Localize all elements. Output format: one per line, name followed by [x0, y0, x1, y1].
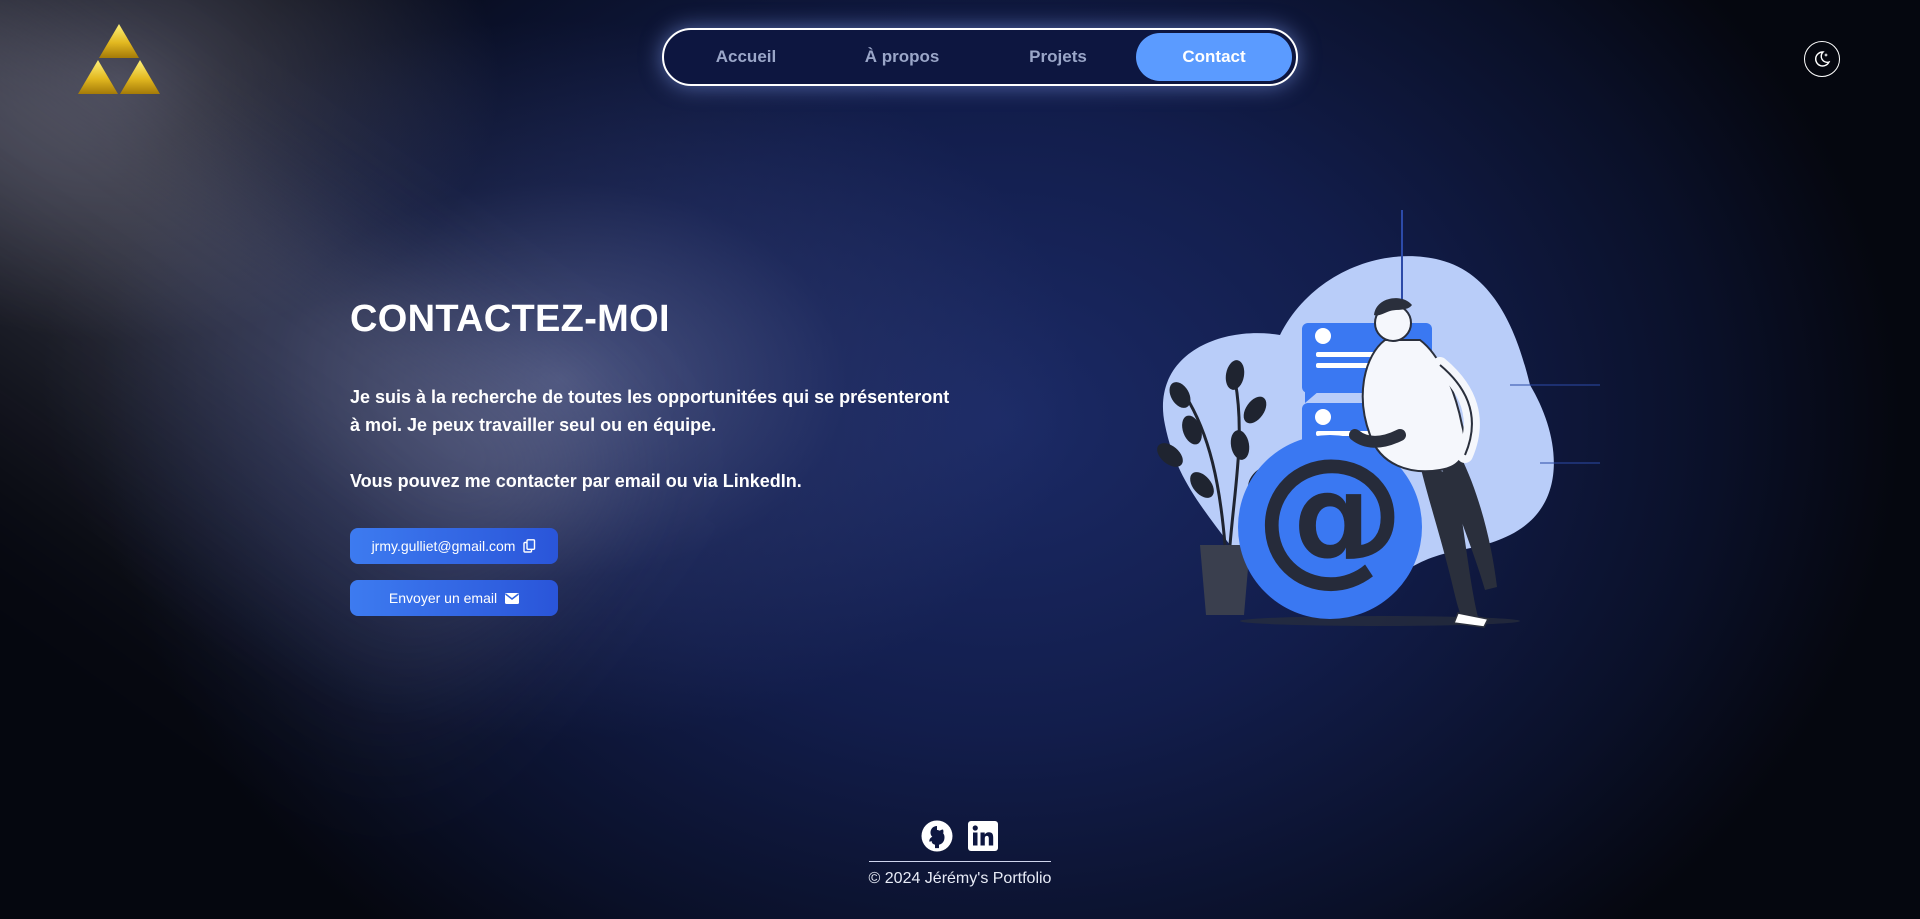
page-title: CONTACTEZ-MOI [350, 298, 670, 340]
nav-item-projets[interactable]: Projets [980, 33, 1136, 81]
moon-sparkle-icon [1815, 51, 1831, 67]
github-icon [921, 820, 953, 852]
social-links [0, 820, 1920, 852]
footer-divider [869, 861, 1051, 862]
contact-at-illustration: @ [1157, 210, 1600, 628]
copyright: © 2024 Jérémy's Portfolio [868, 870, 1052, 887]
triforce-icon [78, 24, 160, 94]
envelope-icon [505, 592, 520, 604]
contact-section: CONTACTEZ-MOI Je suis à la recherche de … [350, 298, 970, 616]
github-link[interactable] [921, 820, 953, 852]
email-address: jrmy.gulliet@gmail.com [371, 538, 516, 554]
linkedin-link[interactable] [967, 820, 999, 852]
copy-icon [523, 539, 536, 553]
nav-item-accueil[interactable]: Accueil [668, 33, 824, 81]
contact-paragraph: Vous pouvez me contacter par email ou vi… [350, 471, 802, 491]
contact-illustration: @ [1140, 205, 1610, 635]
footer: © 2024 Jérémy's Portfolio [0, 820, 1920, 888]
main-navigation: Accueil À propos Projets Contact [662, 28, 1298, 86]
send-email-label: Envoyer un email [388, 590, 498, 606]
intro-paragraph: Je suis à la recherche de toutes les opp… [350, 387, 950, 435]
copy-email-button[interactable]: jrmy.gulliet@gmail.com [350, 528, 558, 564]
send-email-button[interactable]: Envoyer un email [350, 580, 558, 616]
nav-item-a-propos[interactable]: À propos [824, 33, 980, 81]
theme-toggle-button[interactable] [1804, 41, 1840, 77]
site-logo[interactable] [78, 22, 160, 94]
nav-item-contact[interactable]: Contact [1136, 33, 1292, 81]
linkedin-icon [968, 821, 998, 851]
